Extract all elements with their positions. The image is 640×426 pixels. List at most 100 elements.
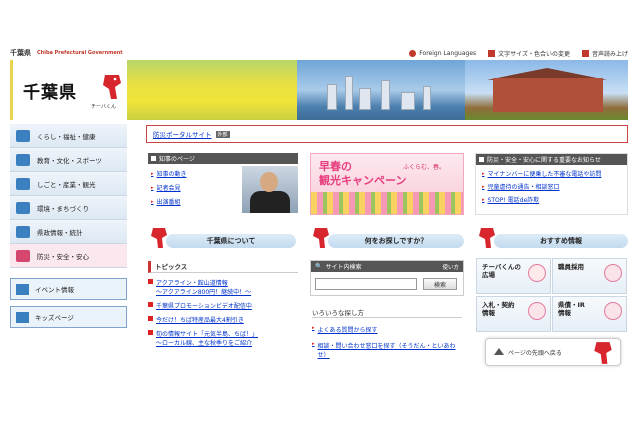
back-to-top-button[interactable]: ページの先頭へ戻る — [485, 338, 621, 366]
safety-notice-box: 防災・安全・安心に関する重要なお知らせ マイナンバーに便乗した不審な電話や訪問 … — [475, 153, 628, 215]
topic-line1: アクアライン・館山道情報 — [156, 280, 228, 287]
governor-box: 知事のページ 知事の動き 記者会見 出演番組 — [148, 153, 298, 215]
safety-link[interactable]: STOP! 電話de詐欺 — [482, 195, 627, 204]
safety-link[interactable]: 児童虐待の通告・相談窓口 — [482, 182, 627, 191]
tourism-campaign-banner[interactable]: 早春の 観光キャンペーン ふくらむ、春。 — [310, 153, 464, 215]
utility-links: Foreign Languages 文字サイズ・色合いの変更 音声読み上げ — [409, 49, 628, 58]
nav-item-environment[interactable]: 環境・まちづくり — [10, 196, 127, 220]
topic-line1: 旬の情報サイト「元気半島、ちば！」 — [156, 331, 259, 338]
text-size-color-link[interactable]: 文字サイズ・色合いの変更 — [488, 49, 570, 58]
site-search-heading-text: サイト内検索 — [325, 264, 362, 271]
howto-link[interactable]: よくある質問から探す — [312, 325, 464, 334]
site-search-heading: 🔍 サイト内検索 使い方 — [311, 261, 463, 272]
bullet-icon — [148, 316, 153, 321]
text-size-icon — [488, 49, 496, 57]
kids-page-button[interactable]: キッズページ — [10, 306, 127, 328]
left-navigation: くらし・福祉・健康 教育・文化・スポーツ しごと・産業・観光 環境・まちづくり … — [10, 124, 127, 328]
briefcase-icon — [16, 177, 30, 190]
rec-bonds-ir[interactable]: 県債・IR 情報 — [552, 296, 627, 332]
governor-heading-text: 知事のページ — [159, 156, 195, 163]
safety-heading: 防災・安全・安心に関する重要なお知らせ — [476, 154, 627, 165]
search-input[interactable] — [315, 278, 417, 290]
globe-icon — [409, 49, 417, 57]
topic-line2: ～アクアライン800円！継続中！～ — [156, 289, 252, 296]
flag-icon — [16, 283, 29, 295]
rec-chiba-kun-plaza[interactable]: チーバくんの広場 — [476, 258, 551, 294]
nav-item-government[interactable]: 県政情報・統計 — [10, 220, 127, 244]
pencil-icon — [16, 153, 30, 166]
safety-link[interactable]: マイナンバーに便乗した不審な電話や訪問 — [482, 169, 627, 178]
building-icon — [16, 225, 30, 238]
chiba-kun-mascot-icon — [594, 342, 612, 364]
cloud-icon — [16, 201, 30, 214]
house-icon — [16, 129, 30, 142]
about-chiba-heading[interactable]: 千葉県について — [166, 234, 296, 248]
topic-line1: 千葉県プロモーションビデオ配信中 — [156, 303, 252, 310]
search-icon: 🔍 — [315, 263, 323, 270]
topic-line1: 今だけ！ちば特産品最大4割引き — [156, 317, 244, 324]
topic-item[interactable]: 旬の情報サイト「元気半島、ちば！」 ～ローカル線、主な秋季りをご紹介 — [148, 329, 298, 347]
nav-item-work[interactable]: しごと・産業・観光 — [10, 172, 127, 196]
chiba-kun-mascot-icon — [103, 75, 121, 99]
top-utility-bar: 千葉県 Chiba Prefectural Government Foreign… — [10, 46, 628, 60]
bullet-icon — [148, 279, 153, 284]
event-info-button[interactable]: イベント情報 — [10, 278, 127, 300]
howto-heading: いろいろな探し方 — [312, 307, 462, 318]
foreign-languages-label: Foreign Languages — [419, 49, 477, 57]
foreign-languages-link[interactable]: Foreign Languages — [409, 49, 477, 57]
logo-kana: チーバくん — [91, 104, 116, 110]
search-button[interactable]: 検索 — [423, 278, 457, 290]
text-size-color-label: 文字サイズ・色合いの変更 — [498, 50, 570, 58]
howto-list: よくある質問から探す 相談・問い合わせ窓口を探す（そうだん・といあわせ） — [312, 325, 464, 366]
logo-kanji: 千葉県 — [23, 82, 77, 103]
nav-item-label: くらし・福祉・健康 — [37, 132, 96, 141]
search-what-heading: 何をお探しですか？ — [328, 234, 464, 248]
hero-rapeseed-photo — [127, 60, 297, 120]
nav-item-safety[interactable]: 防災・安全・安心 — [10, 244, 127, 268]
nav-item-label: 環境・まちづくり — [37, 204, 89, 213]
rec-staff-recruitment[interactable]: 職員採用 — [552, 258, 627, 294]
campaign-flowers-image — [311, 192, 463, 214]
external-tag: 外部 — [215, 130, 230, 138]
nav-item-living[interactable]: くらし・福祉・健康 — [10, 124, 127, 148]
rec-label: 職員採用 — [558, 263, 584, 271]
speech-readout-link[interactable]: 音声読み上げ — [581, 49, 628, 58]
campaign-line2: 観光キャンペーン — [319, 174, 407, 187]
safety-links: マイナンバーに便乗した不審な電話や訪問 児童虐待の通告・相談窓口 STOP! 電… — [476, 169, 627, 204]
back-to-top-label: ページの先頭へ戻る — [508, 349, 562, 357]
topics-heading: トピックス — [148, 261, 298, 273]
person-icon — [604, 264, 622, 282]
nav-item-label: 県政情報・統計 — [37, 228, 83, 237]
nav-item-label: しごと・産業・観光 — [37, 180, 96, 189]
brand-text: 千葉県 — [10, 49, 31, 57]
document-icon — [528, 302, 546, 320]
howto-link[interactable]: 相談・問い合わせ窓口を探す（そうだん・といあわせ） — [312, 341, 464, 359]
topic-item[interactable]: 今だけ！ちば特産品最大4割引き — [148, 315, 298, 324]
speech-readout-label: 音声読み上げ — [591, 50, 628, 58]
campaign-line3: ふくらむ、春。 — [403, 164, 446, 171]
topics-list: アクアライン・館山道情報 ～アクアライン800円！継続中！～ 千葉県プロモーション… — [148, 278, 298, 352]
bullet-icon — [148, 302, 153, 307]
topic-line2: ～ローカル線、主な秋季りをご紹介 — [156, 340, 253, 347]
mascot-icon — [528, 264, 546, 282]
kids-face-icon — [16, 311, 29, 323]
brand-english: Chiba Prefectural Government — [37, 50, 123, 56]
speaker-icon — [581, 49, 589, 57]
topic-item[interactable]: アクアライン・館山道情報 ～アクアライン800円！継続中！～ — [148, 278, 298, 296]
disaster-portal-bar[interactable]: 防災ポータルサイト 外部 — [146, 125, 628, 143]
event-info-label: イベント情報 — [35, 286, 74, 294]
hero-banner — [127, 60, 628, 120]
search-howto-link[interactable]: 使い方 — [442, 263, 459, 271]
chart-icon — [604, 302, 622, 320]
kids-page-label: キッズページ — [35, 314, 74, 322]
site-logo[interactable]: 千葉県 チーバくん — [10, 60, 127, 120]
rec-label: チーバくんの広場 — [482, 263, 521, 280]
nav-item-education[interactable]: 教育・文化・スポーツ — [10, 148, 127, 172]
arrow-up-icon — [494, 348, 504, 355]
topic-item[interactable]: 千葉県プロモーションビデオ配信中 — [148, 301, 298, 310]
disaster-portal-link[interactable]: 防災ポータルサイト — [153, 129, 212, 139]
hero-historic-building-photo — [465, 60, 628, 120]
governor-photo[interactable] — [242, 166, 298, 213]
governor-heading: 知事のページ — [148, 153, 298, 164]
rec-bidding-contract[interactable]: 入札・契約 情報 — [476, 296, 551, 332]
